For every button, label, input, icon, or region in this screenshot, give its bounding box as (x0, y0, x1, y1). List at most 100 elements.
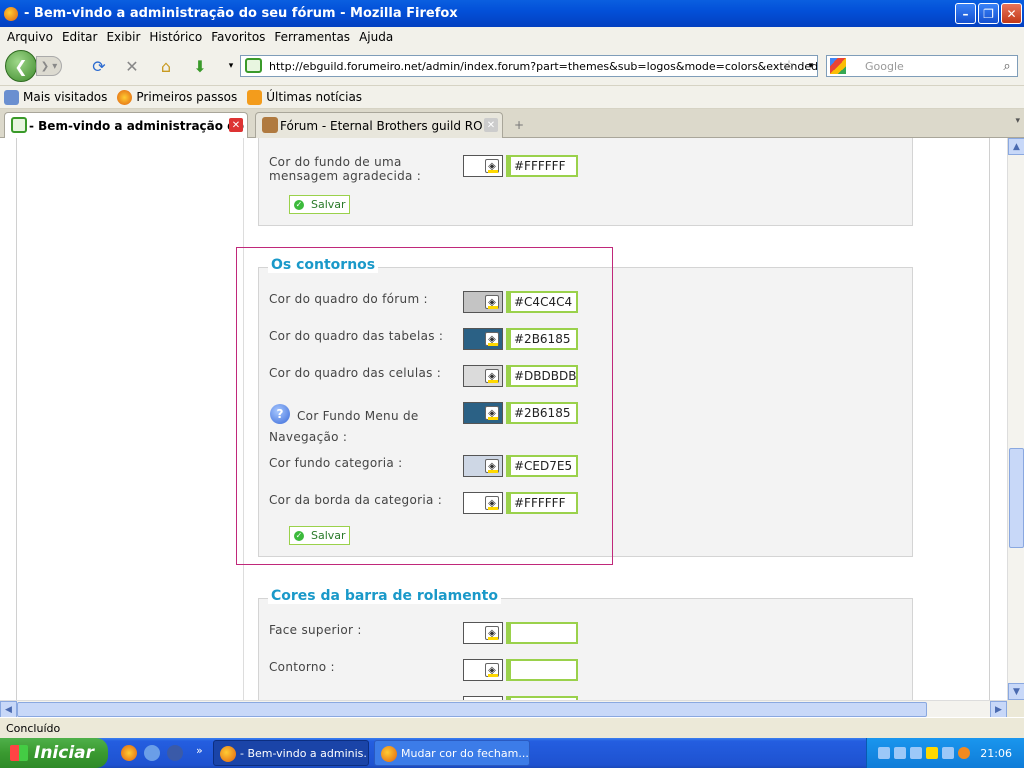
status-bar: Concluído (0, 717, 1024, 738)
quicklaunch-expand-icon[interactable]: » (196, 744, 203, 757)
field-label: Contorno : (269, 660, 335, 674)
bookmark-primeiros-passos[interactable]: Primeiros passos (117, 89, 238, 105)
start-button[interactable]: Iniciar (0, 738, 108, 768)
save-label: Salvar (311, 198, 346, 211)
hex-input[interactable] (506, 659, 578, 681)
home-icon[interactable]: ⌂ (157, 57, 175, 76)
menu-favoritos[interactable]: Favoritos (211, 30, 265, 44)
task-label: Mudar cor do fecham... (401, 746, 529, 760)
start-label: Iniciar (34, 743, 95, 763)
taskbar-item-firefox-mudar[interactable]: Mudar cor do fecham... (374, 740, 530, 766)
horizontal-scroll-thumb[interactable] (17, 702, 927, 717)
back-button[interactable]: ❮ (5, 50, 37, 82)
tray-r-icon[interactable] (926, 747, 939, 759)
bookmark-star-icon[interactable]: ☆ (780, 57, 798, 75)
tab-label: - Bem-vindo a administração do ... (29, 118, 248, 133)
system-tray: 21:06 (866, 738, 1024, 768)
google-icon (830, 58, 846, 74)
menu-arquivo[interactable]: Arquivo (7, 30, 53, 44)
search-input[interactable]: Google (826, 55, 1018, 77)
paint-bucket-icon: ◈ (485, 626, 499, 640)
close-tab-icon[interactable]: ✕ (484, 118, 498, 132)
check-icon: ✓ (294, 199, 304, 210)
tab-forum[interactable]: Fórum - Eternal Brothers guild RO ✕ (255, 112, 503, 138)
tab-label: Fórum - Eternal Brothers guild RO (280, 118, 483, 133)
tab-admin[interactable]: - Bem-vindo a administração do ... ✕ (4, 112, 248, 138)
firefox-icon (4, 6, 18, 21)
hex-input[interactable] (506, 622, 578, 644)
windows-taskbar: Iniciar » - Bem-vindo a adminis... Mudar… (0, 738, 1024, 768)
menu-ferramentas[interactable]: Ferramentas (274, 30, 350, 44)
vertical-scroll-thumb[interactable] (1009, 448, 1024, 548)
field-label: Cor do fundo de uma mensagem agradecida … (269, 155, 422, 183)
section-title-rolamento: Cores da barra de rolamento (268, 588, 501, 604)
menu-ajuda[interactable]: Ajuda (359, 30, 393, 44)
bookmark-label: Últimas notícias (266, 90, 363, 104)
url-dropdown-icon[interactable]: ▾ (802, 57, 820, 75)
status-text: Concluído (6, 721, 61, 735)
stop-icon[interactable]: ✕ (123, 57, 141, 76)
search-placeholder: Google (865, 59, 904, 73)
field-label: Face superior : (269, 623, 362, 637)
firefox-icon (117, 89, 133, 105)
forum-favicon-icon (11, 117, 27, 133)
close-window-button[interactable]: ✕ (1001, 3, 1022, 24)
hex-input[interactable]: #FFFFFF (506, 155, 578, 177)
bookmark-label: Primeiros passos (136, 90, 238, 104)
task-label: - Bem-vindo a adminis... (240, 746, 369, 760)
firefox-quicklaunch-icon[interactable] (121, 745, 137, 761)
scroll-down-icon[interactable]: ▼ (1008, 683, 1024, 700)
horizontal-scrollbar[interactable]: ◀ ▶ (0, 700, 1007, 718)
color-picker-swatch[interactable]: ◈ (463, 622, 503, 644)
scroll-up-icon[interactable]: ▲ (1008, 138, 1024, 155)
menu-bar: Arquivo Editar Exibir Histórico Favorito… (0, 27, 1024, 46)
menu-historico[interactable]: Histórico (149, 30, 202, 44)
tray-app-icon[interactable] (958, 747, 971, 759)
new-tab-icon[interactable]: + (508, 114, 530, 136)
tray-display-icon[interactable] (910, 747, 923, 759)
bookmark-ultimas-noticias[interactable]: Últimas notícias (247, 89, 363, 105)
menu-exibir[interactable]: Exibir (106, 30, 140, 44)
fieldset-barra-rolamento (258, 598, 913, 700)
close-tab-icon[interactable]: ✕ (229, 118, 243, 132)
window-title: - Bem-vindo a administração do seu fórum… (24, 6, 458, 21)
clock: 21:06 (980, 746, 1012, 760)
minimize-button[interactable]: – (955, 3, 976, 24)
highlight-annotation-box (236, 247, 613, 565)
download-icon[interactable]: ⬇ (191, 57, 209, 76)
scroll-right-icon[interactable]: ▶ (990, 701, 1007, 718)
address-bar[interactable]: http://ebguild.forumeiro.net/admin/index… (240, 55, 818, 77)
menu-editar[interactable]: Editar (62, 30, 98, 44)
vertical-scrollbar[interactable]: ▲ ▼ (1007, 138, 1024, 700)
firefox-icon (220, 746, 236, 762)
tab-list-dropdown-icon[interactable]: ▾ (1015, 116, 1020, 126)
tab-strip: - Bem-vindo a administração do ... ✕ Fór… (0, 109, 1024, 138)
bookmark-label: Mais visitados (23, 90, 108, 104)
tray-arrow-icon[interactable] (878, 747, 891, 759)
paint-bucket-icon: ◈ (485, 159, 499, 173)
ie-quicklaunch-icon[interactable] (144, 745, 160, 761)
reload-icon[interactable]: ⟳ (90, 57, 108, 76)
scroll-left-icon[interactable]: ◀ (0, 701, 17, 718)
navigation-toolbar: ❮ ❯ ▾ ⟳ ✕ ⌂ ⬇ ▾ http://ebguild.forumeiro… (0, 46, 1024, 86)
paint-bucket-icon: ◈ (485, 663, 499, 677)
firefox-icon (381, 746, 397, 762)
guild-favicon-icon (262, 117, 278, 133)
taskbar-item-firefox-admin[interactable]: - Bem-vindo a adminis... (213, 740, 369, 766)
tray-network-icon[interactable] (894, 747, 907, 759)
search-magnifier-icon[interactable]: ⌕ (998, 57, 1016, 75)
tray-volume-icon[interactable] (942, 747, 955, 759)
toolbar-dropdown-icon[interactable]: ▾ (222, 57, 240, 75)
save-button[interactable]: ✓ Salvar (289, 195, 350, 214)
bookmark-mais-visitados[interactable]: Mais visitados (4, 89, 108, 105)
address-url: http://ebguild.forumeiro.net/admin/index… (269, 59, 818, 73)
maximize-button[interactable]: ❐ (978, 3, 999, 24)
media-player-quicklaunch-icon[interactable] (167, 745, 183, 761)
rss-icon (247, 89, 263, 105)
scrollbar-corner (1007, 700, 1024, 717)
color-picker-swatch[interactable]: ◈ (463, 659, 503, 681)
page-viewport: Cor do fundo de uma mensagem agradecida … (0, 138, 1007, 700)
forward-button[interactable]: ❯ ▾ (36, 56, 62, 76)
bookmark-folder-icon (4, 89, 19, 105)
color-picker-swatch[interactable]: ◈ (463, 155, 503, 177)
